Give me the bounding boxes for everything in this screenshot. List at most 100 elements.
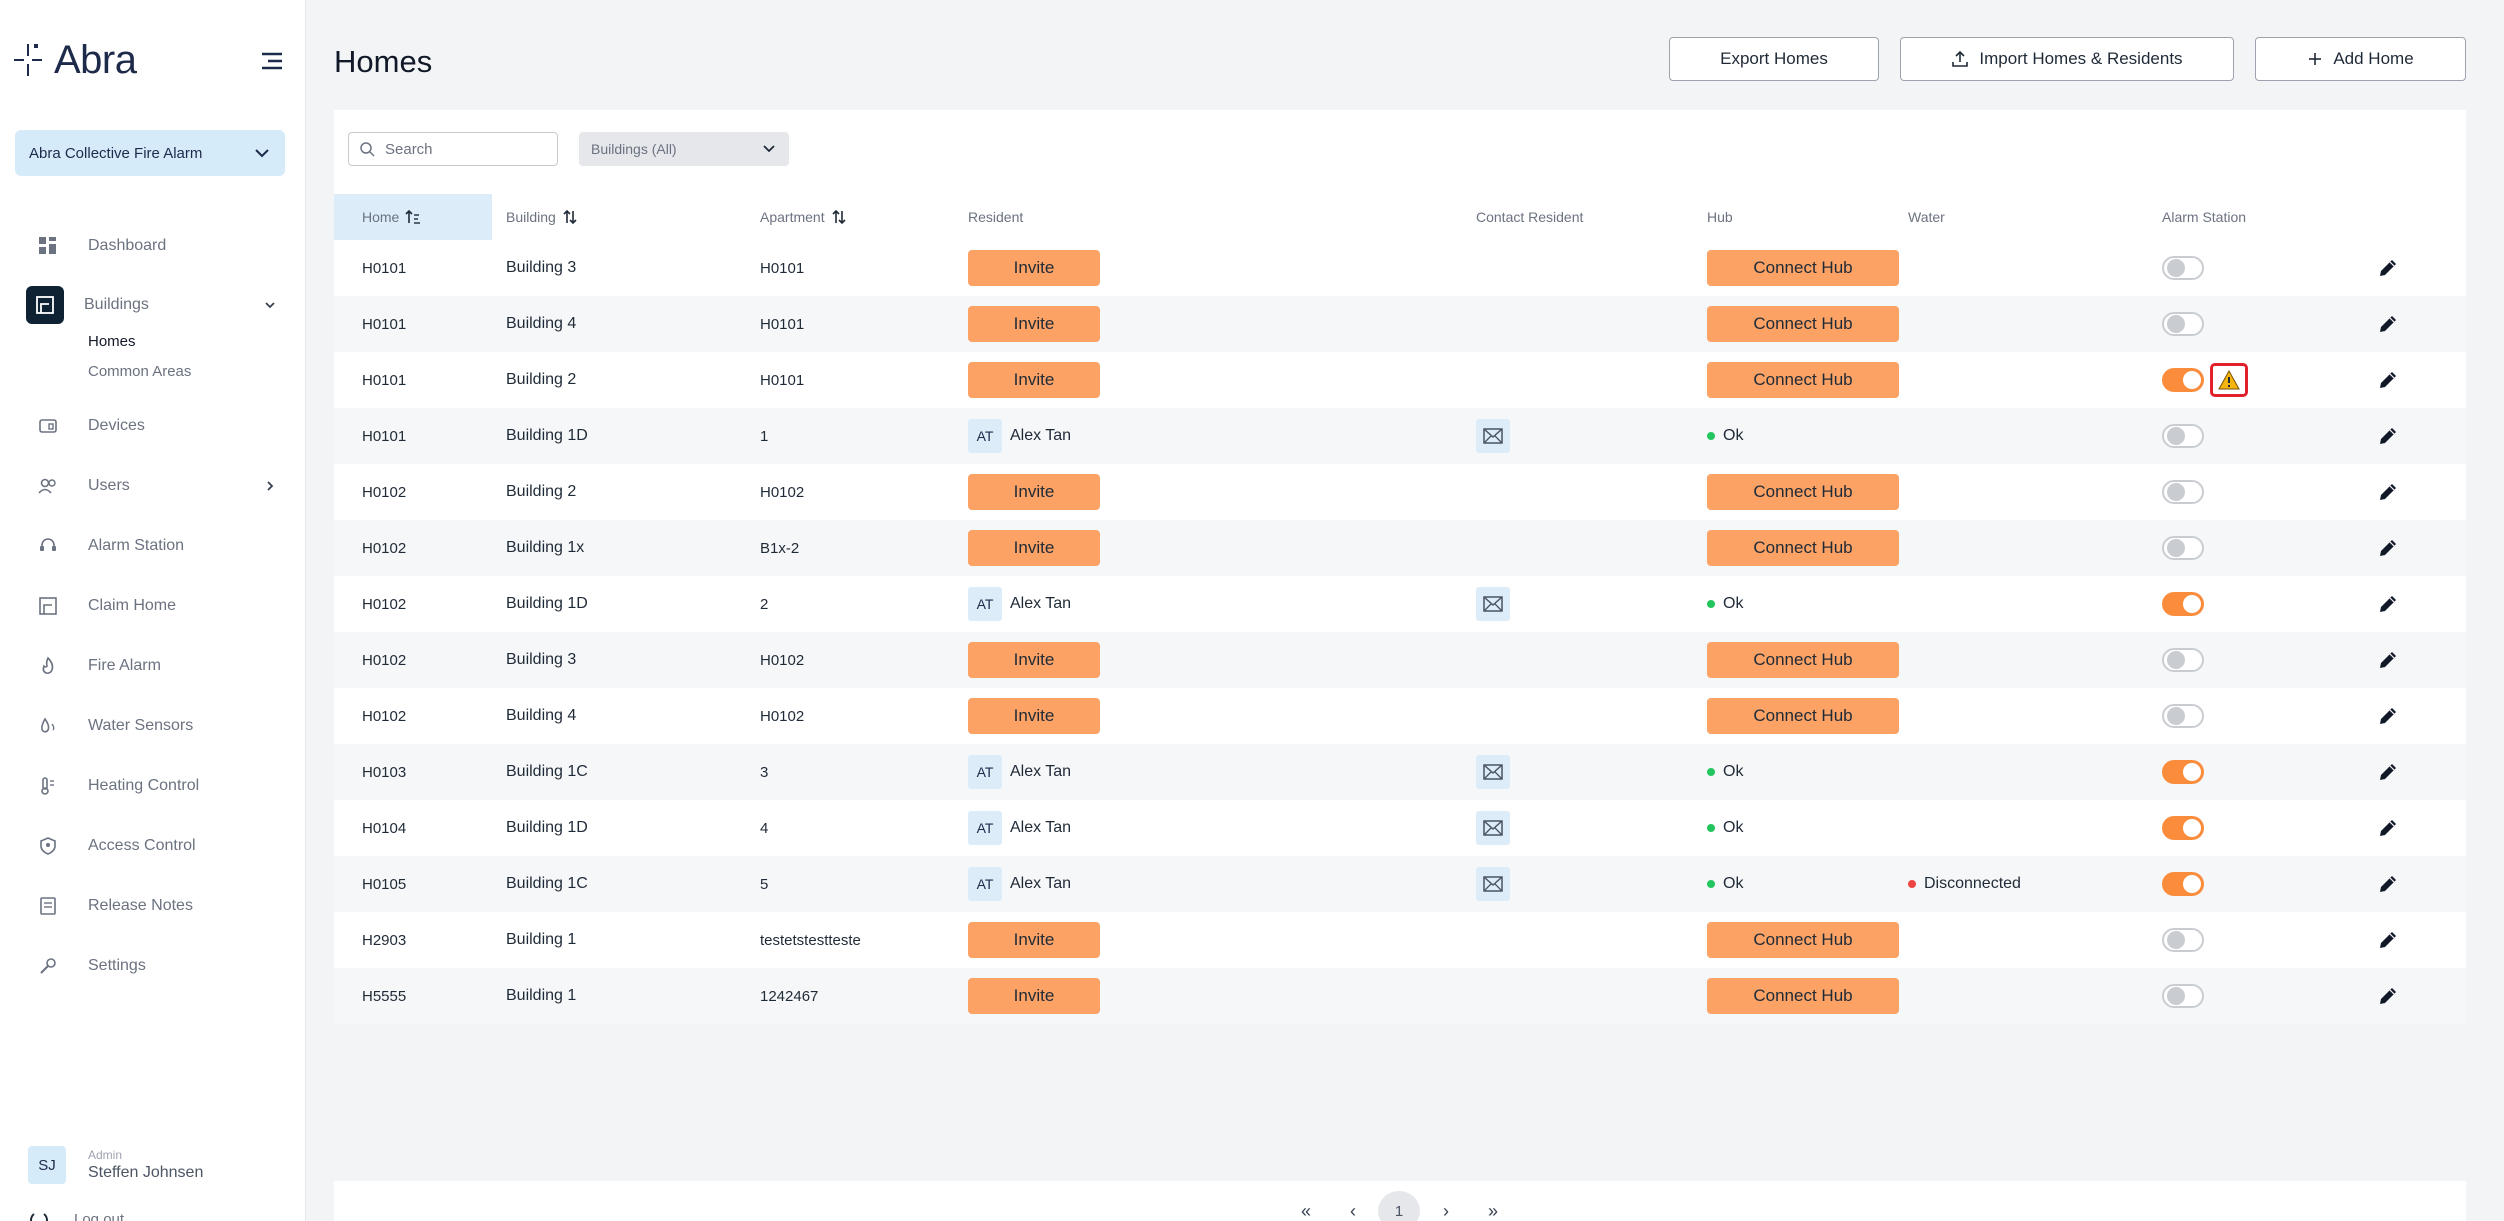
invite-button[interactable]: Invite	[968, 530, 1100, 566]
invite-button[interactable]: Invite	[968, 474, 1100, 510]
sidebar-item-alarm-station[interactable]: Alarm Station	[28, 528, 278, 564]
resident-name[interactable]: Alex Tan	[1010, 763, 1071, 781]
edit-icon[interactable]	[2377, 985, 2399, 1007]
column-building[interactable]: Building	[506, 194, 578, 240]
mail-icon[interactable]	[1476, 811, 1510, 845]
building-cell[interactable]: Building 1	[506, 912, 576, 968]
sidebar-item-buildings[interactable]: Buildings	[26, 286, 278, 324]
sidebar-item-claim-home[interactable]: Claim Home	[28, 588, 278, 624]
connect-hub-button[interactable]: Connect Hub	[1707, 922, 1899, 958]
alarm-station-toggle[interactable]	[2162, 312, 2204, 336]
connect-hub-button[interactable]: Connect Hub	[1707, 978, 1899, 1014]
alarm-station-toggle[interactable]	[2162, 592, 2204, 616]
building-cell[interactable]: Building 1D	[506, 800, 588, 856]
sidebar-item-users[interactable]: Users	[28, 468, 278, 504]
resident-name[interactable]: Alex Tan	[1010, 819, 1071, 837]
alarm-station-toggle[interactable]	[2162, 928, 2204, 952]
search-input[interactable]	[385, 140, 535, 158]
building-cell[interactable]: Building 1C	[506, 744, 588, 800]
sidebar-item-heating-control[interactable]: Heating Control	[28, 768, 278, 804]
last-page-button[interactable]: »	[1472, 1191, 1514, 1221]
connect-hub-button[interactable]: Connect Hub	[1707, 362, 1899, 398]
alarm-station-toggle[interactable]	[2162, 424, 2204, 448]
edit-icon[interactable]	[2377, 313, 2399, 335]
sidebar-item-release-notes[interactable]: Release Notes	[28, 888, 278, 924]
invite-button[interactable]: Invite	[968, 922, 1100, 958]
alarm-station-toggle[interactable]	[2162, 648, 2204, 672]
sidebar-subitem-homes[interactable]: Homes	[88, 333, 136, 350]
alarm-station-toggle[interactable]	[2162, 984, 2204, 1008]
invite-button[interactable]: Invite	[968, 978, 1100, 1014]
alarm-station-toggle[interactable]	[2162, 480, 2204, 504]
alarm-station-toggle[interactable]	[2162, 536, 2204, 560]
edit-icon[interactable]	[2377, 593, 2399, 615]
connect-hub-button[interactable]: Connect Hub	[1707, 698, 1899, 734]
edit-icon[interactable]	[2377, 929, 2399, 951]
mail-icon[interactable]	[1476, 419, 1510, 453]
sidebar-item-water-sensors[interactable]: Water Sensors	[28, 708, 278, 744]
edit-icon[interactable]	[2377, 761, 2399, 783]
logo[interactable]: Abra	[14, 38, 137, 82]
user-profile[interactable]: SJ Admin Steffen Johnsen	[28, 1146, 203, 1184]
add-home-button[interactable]: Add Home	[2255, 37, 2466, 81]
building-cell[interactable]: Building 4	[506, 296, 576, 352]
page-1-button[interactable]: 1	[1378, 1191, 1420, 1221]
alarm-station-toggle[interactable]	[2162, 704, 2204, 728]
building-cell[interactable]: Building 4	[506, 688, 576, 744]
export-homes-button[interactable]: Export Homes	[1669, 37, 1879, 81]
sidebar-item-settings[interactable]: Settings	[28, 948, 278, 984]
building-cell[interactable]: Building 3	[506, 632, 576, 688]
buildings-filter-select[interactable]: Buildings (All)	[579, 132, 789, 166]
invite-button[interactable]: Invite	[968, 306, 1100, 342]
connect-hub-button[interactable]: Connect Hub	[1707, 530, 1899, 566]
sidebar-item-devices[interactable]: Devices	[28, 408, 278, 444]
edit-icon[interactable]	[2377, 817, 2399, 839]
edit-icon[interactable]	[2377, 425, 2399, 447]
next-page-button[interactable]: ›	[1425, 1191, 1467, 1221]
alarm-station-toggle[interactable]	[2162, 256, 2204, 280]
logout-link[interactable]: Log out	[28, 1208, 124, 1221]
building-cell[interactable]: Building 1D	[506, 576, 588, 632]
resident-name[interactable]: Alex Tan	[1010, 875, 1071, 893]
building-cell[interactable]: Building 3	[506, 240, 576, 296]
resident-name[interactable]: Alex Tan	[1010, 427, 1071, 445]
sidebar-item-fire-alarm[interactable]: Fire Alarm	[28, 648, 278, 684]
import-homes-button[interactable]: Import Homes & Residents	[1900, 37, 2234, 81]
sidebar-item-dashboard[interactable]: Dashboard	[28, 228, 278, 264]
warning-icon[interactable]	[2210, 363, 2248, 397]
edit-icon[interactable]	[2377, 649, 2399, 671]
alarm-station-toggle[interactable]	[2162, 368, 2204, 392]
alarm-station-toggle[interactable]	[2162, 760, 2204, 784]
mail-icon[interactable]	[1476, 587, 1510, 621]
building-cell[interactable]: Building 1D	[506, 408, 588, 464]
alarm-station-toggle[interactable]	[2162, 872, 2204, 896]
connect-hub-button[interactable]: Connect Hub	[1707, 474, 1899, 510]
building-cell[interactable]: Building 1	[506, 968, 576, 1024]
sidebar-subitem-common-areas[interactable]: Common Areas	[88, 363, 191, 380]
building-cell[interactable]: Building 2	[506, 464, 576, 520]
edit-icon[interactable]	[2377, 873, 2399, 895]
organization-select[interactable]: Abra Collective Fire Alarm	[15, 130, 285, 176]
edit-icon[interactable]	[2377, 369, 2399, 391]
column-apartment[interactable]: Apartment	[760, 194, 847, 240]
invite-button[interactable]: Invite	[968, 362, 1100, 398]
mail-icon[interactable]	[1476, 755, 1510, 789]
search-box[interactable]	[348, 132, 558, 166]
edit-icon[interactable]	[2377, 537, 2399, 559]
building-cell[interactable]: Building 1C	[506, 856, 588, 912]
sidebar-item-access-control[interactable]: Access Control	[28, 828, 278, 864]
column-home[interactable]: Home	[334, 194, 492, 240]
building-cell[interactable]: Building 1x	[506, 520, 584, 576]
edit-icon[interactable]	[2377, 705, 2399, 727]
edit-icon[interactable]	[2377, 257, 2399, 279]
first-page-button[interactable]: «	[1285, 1191, 1327, 1221]
building-cell[interactable]: Building 2	[506, 352, 576, 408]
connect-hub-button[interactable]: Connect Hub	[1707, 250, 1899, 286]
edit-icon[interactable]	[2377, 481, 2399, 503]
invite-button[interactable]: Invite	[968, 642, 1100, 678]
collapse-menu-icon[interactable]	[258, 48, 286, 74]
invite-button[interactable]: Invite	[968, 250, 1100, 286]
invite-button[interactable]: Invite	[968, 698, 1100, 734]
connect-hub-button[interactable]: Connect Hub	[1707, 642, 1899, 678]
connect-hub-button[interactable]: Connect Hub	[1707, 306, 1899, 342]
